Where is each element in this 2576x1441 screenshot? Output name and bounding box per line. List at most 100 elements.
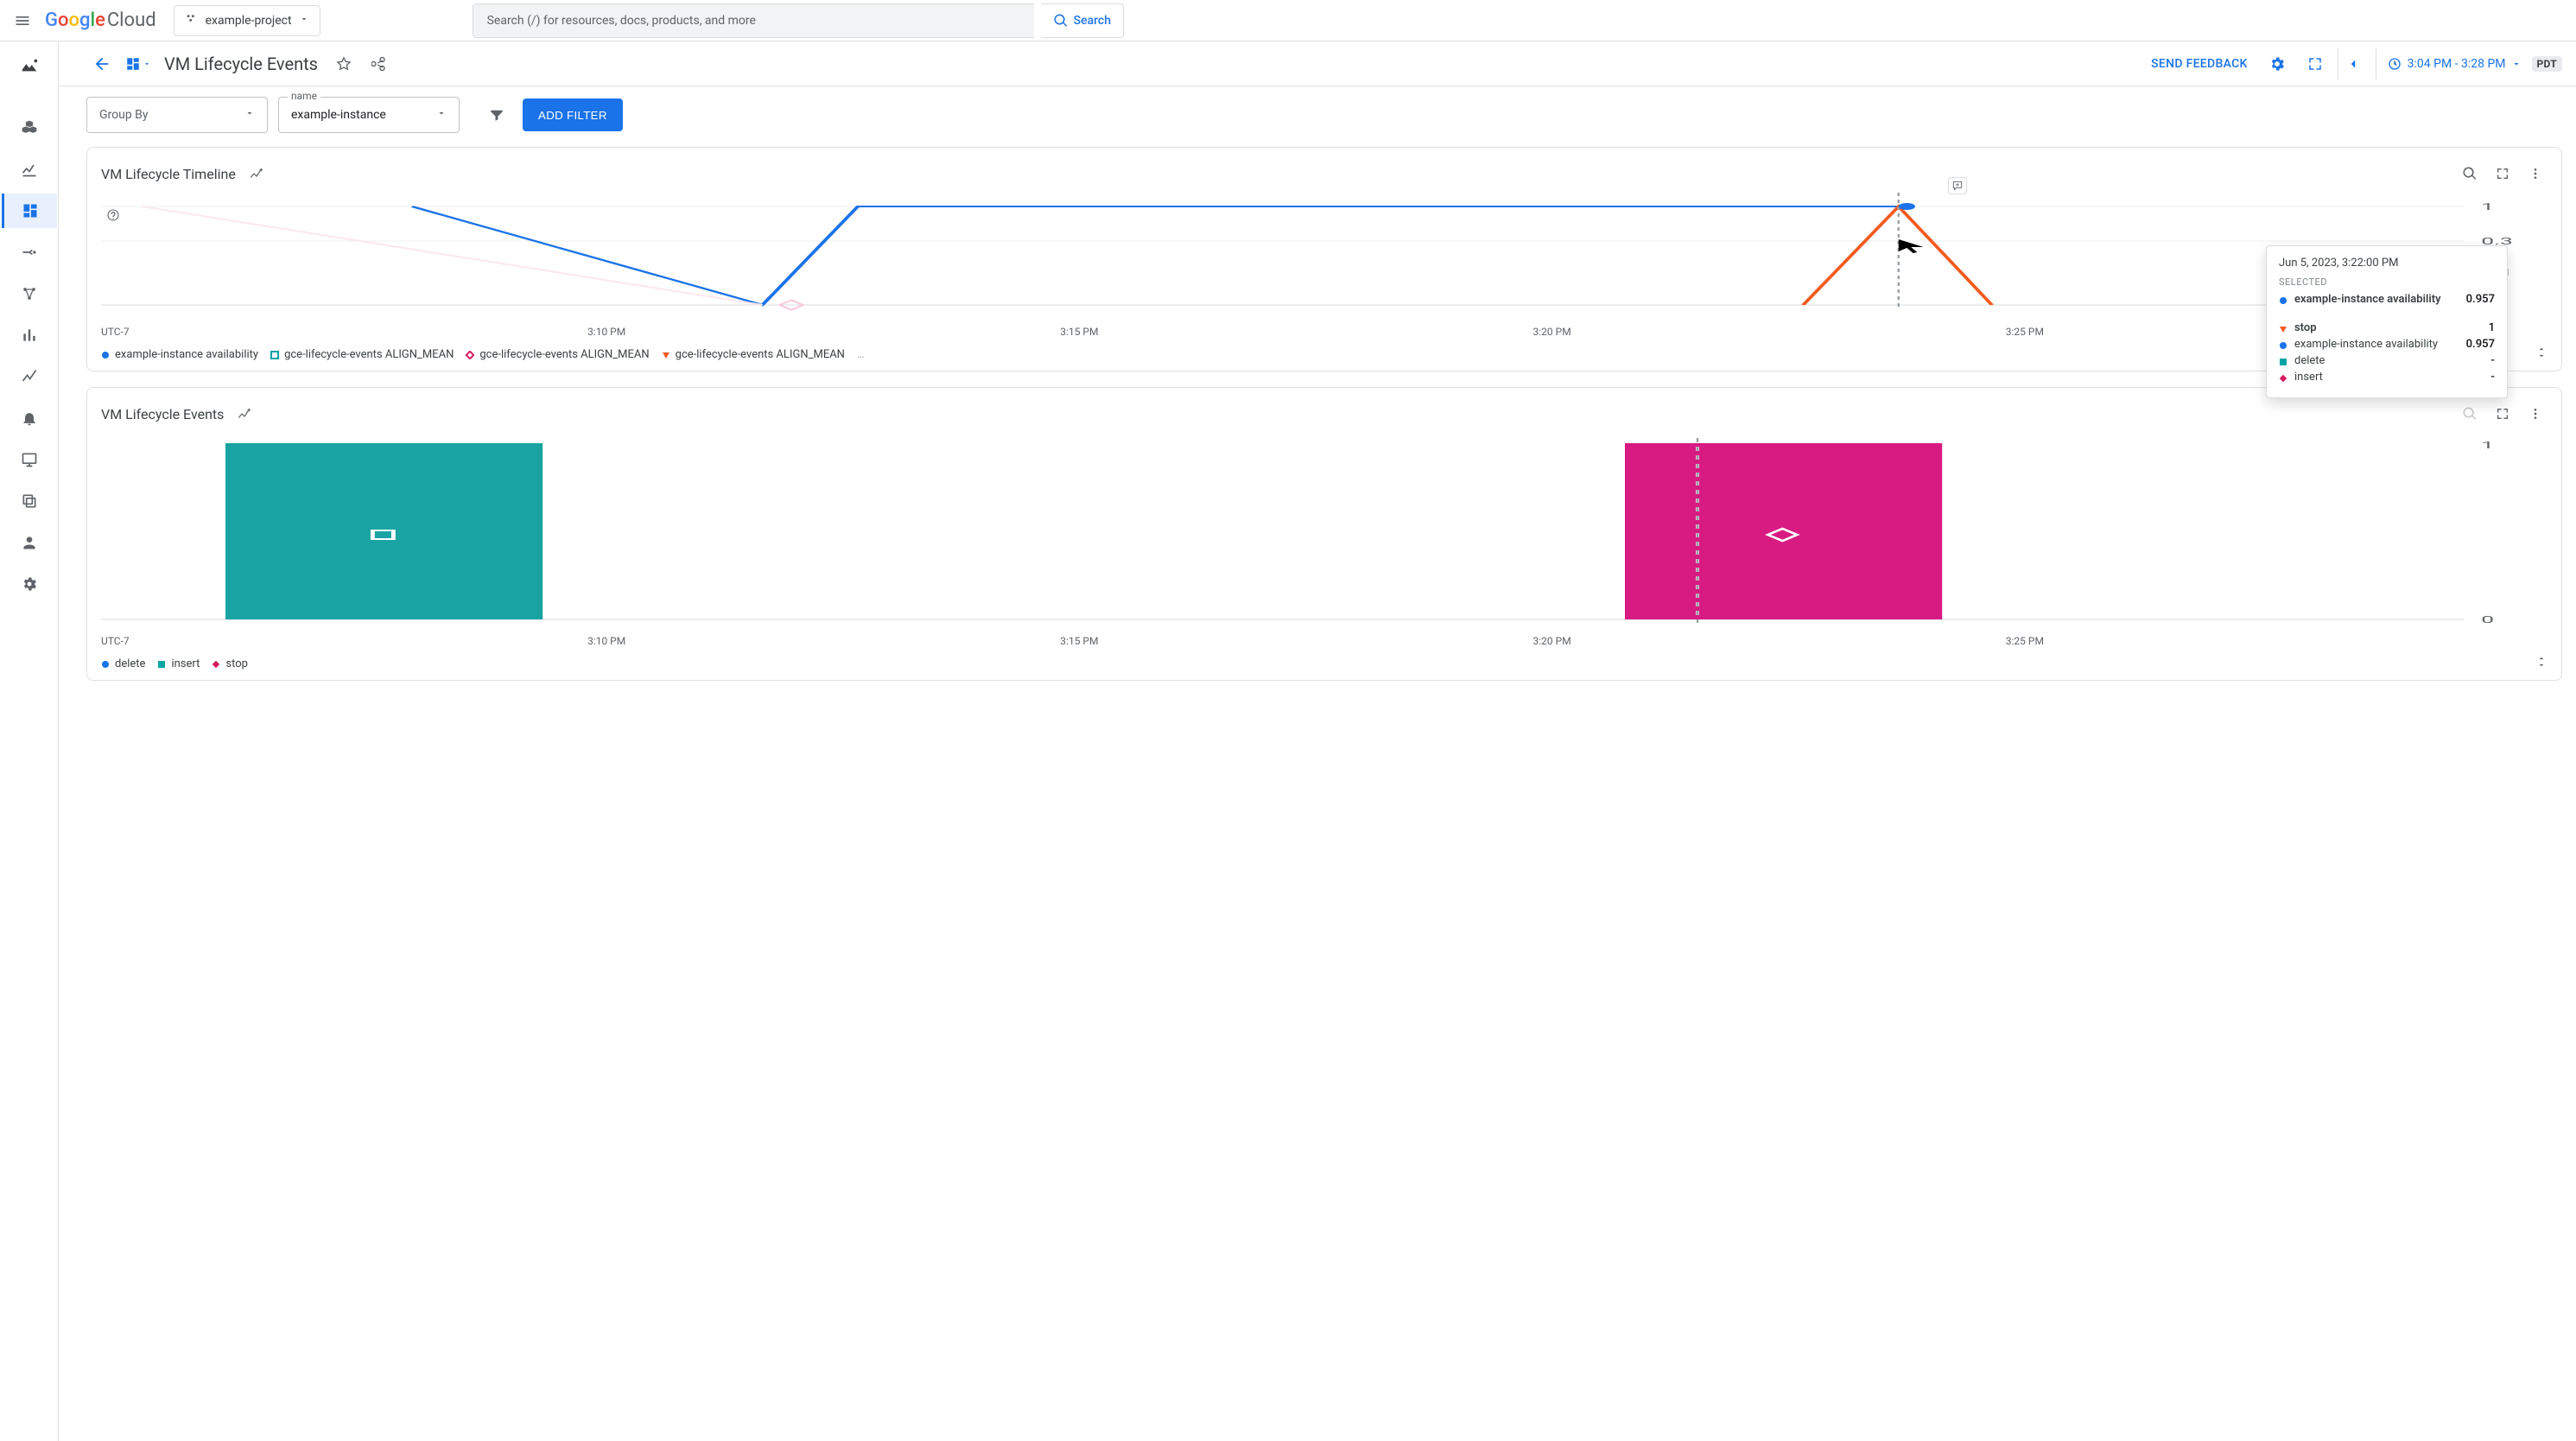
menu-icon: [14, 12, 31, 29]
circle-marker-icon: [101, 350, 110, 359]
bell-icon: [21, 409, 38, 427]
chevron-down-icon: [143, 60, 151, 68]
reset-zoom-icon: [2462, 166, 2478, 181]
legend-expand-button[interactable]: [2535, 656, 2547, 671]
share-button[interactable]: [365, 48, 396, 79]
sidebar-item-services[interactable]: [9, 276, 50, 311]
chart-title: VM Lifecycle Events: [101, 406, 224, 422]
global-search-input[interactable]: Search (/) for resources, docs, products…: [473, 3, 1034, 38]
tooltip-row: stop 1: [2279, 321, 2495, 334]
card-vm-lifecycle-timeline: VM Lifecycle Timeline: [86, 147, 2562, 371]
global-search-button[interactable]: Search: [1041, 3, 1124, 38]
chevron-down-icon: [2511, 59, 2522, 69]
tooltip-timestamp: Jun 5, 2023, 3:22:00 PM: [2279, 257, 2495, 270]
chart-zoom-reset-button[interactable]: [2458, 402, 2482, 426]
sidebar-item-permissions[interactable]: [9, 525, 50, 560]
search-button-label: Search: [1074, 14, 1111, 28]
instance-name-value: example-instance: [291, 108, 386, 122]
chart-fullscreen-button[interactable]: [2490, 162, 2515, 186]
copy-icon: [21, 492, 38, 510]
sidebar-item-uptime[interactable]: [9, 359, 50, 394]
legend-item[interactable]: gce-lifecycle-events ALIGN_MEAN: [466, 348, 649, 361]
time-range-selector[interactable]: 3:04 PM - 3:28 PM PDT: [2376, 48, 2562, 79]
chart-help-button[interactable]: [101, 203, 125, 227]
sidebar-item-alerting[interactable]: [9, 401, 50, 435]
line-chart-icon: [21, 161, 38, 178]
gear-icon: [21, 575, 38, 593]
legend-item[interactable]: gce-lifecycle-events ALIGN_MEAN: [270, 348, 454, 361]
google-cloud-logo[interactable]: Google Cloud: [45, 10, 156, 31]
square-open-marker-icon: [270, 350, 279, 359]
timeline-x-axis: UTC-7 3:10 PM 3:15 PM 3:20 PM 3:25 PM: [101, 322, 2547, 338]
instance-name-field-label: name: [288, 90, 320, 102]
add-annotation-button[interactable]: [1948, 177, 1967, 194]
dashboard-settings-button[interactable]: [2262, 48, 2293, 79]
favorite-button[interactable]: [328, 48, 359, 79]
sidebar-item-monitoring[interactable]: [9, 48, 50, 83]
sparkle-chart-icon: [249, 166, 264, 181]
time-nav-prev-button[interactable]: [2338, 48, 2369, 79]
search-icon: [1053, 13, 1069, 29]
sidebar-item-integrations[interactable]: [9, 235, 50, 270]
instance-name-select[interactable]: name example-instance: [278, 97, 460, 133]
timeline-chart[interactable]: 1 0.3 0.1 0: [101, 198, 2547, 322]
sparkle-chart-icon: [237, 406, 252, 422]
chart-analyze-button[interactable]: [232, 402, 257, 426]
fullscreen-button[interactable]: [2300, 48, 2331, 79]
card-vm-lifecycle-events: VM Lifecycle Events: [86, 387, 2562, 681]
person-icon: [21, 534, 38, 551]
sidebar-item-overview[interactable]: [9, 111, 50, 145]
chevron-down-icon: [436, 108, 447, 122]
add-filter-button[interactable]: ADD FILTER: [523, 98, 623, 131]
more-vert-icon: [2528, 407, 2542, 421]
monitoring-icon: [20, 56, 39, 75]
time-range-label: 3:04 PM - 3:28 PM: [2408, 57, 2506, 71]
tooltip-row: delete -: [2279, 354, 2495, 367]
hamburger-menu-button[interactable]: [7, 5, 38, 36]
legend-item-more: …: [857, 348, 865, 361]
events-chart[interactable]: 1 0: [101, 438, 2547, 632]
chart-more-button[interactable]: [2523, 162, 2547, 186]
project-selector[interactable]: example-project: [174, 5, 320, 36]
chart-tooltip: Jun 5, 2023, 3:22:00 PM SELECTED example…: [2266, 245, 2508, 398]
sidebar-item-slo[interactable]: [9, 318, 50, 352]
fullscreen-icon: [2307, 56, 2323, 72]
more-vert-icon: [2528, 167, 2542, 181]
help-icon: [106, 208, 120, 222]
events-x-axis: UTC-7 3:10 PM 3:15 PM 3:20 PM 3:25 PM: [101, 632, 2547, 647]
chart-fullscreen-button[interactable]: [2490, 402, 2515, 426]
dashboard-icon: [22, 202, 39, 219]
legend-item[interactable]: delete: [101, 657, 145, 670]
group-by-select[interactable]: Group By: [86, 97, 268, 133]
timeline-legend: example-instance availability gce-lifecy…: [101, 338, 2547, 362]
tooltip-section-label: SELECTED: [2279, 276, 2495, 288]
chevron-down-icon: [299, 14, 309, 27]
chart-more-button[interactable]: [2523, 402, 2547, 426]
search-placeholder: Search (/) for resources, docs, products…: [487, 14, 756, 28]
services-icon: [21, 285, 38, 302]
legend-item[interactable]: stop: [212, 657, 248, 670]
logo-product-name: Cloud: [107, 10, 156, 31]
integration-icon: [21, 244, 38, 261]
legend-expand-button[interactable]: [2535, 346, 2547, 362]
chart-analyze-button[interactable]: [244, 162, 269, 186]
chart-title: VM Lifecycle Timeline: [101, 166, 236, 182]
sidebar-item-metrics-explorer[interactable]: [9, 152, 50, 187]
chart-zoom-reset-button[interactable]: [2458, 162, 2482, 186]
sidebar-item-settings[interactable]: [9, 567, 50, 601]
hex-icon: [21, 119, 38, 136]
sidebar-item-managed-prometheus[interactable]: [9, 484, 50, 518]
legend-item[interactable]: gce-lifecycle-events ALIGN_MEAN: [662, 348, 845, 361]
fullscreen-icon: [2496, 407, 2509, 421]
project-icon: [185, 12, 199, 29]
legend-item[interactable]: example-instance availability: [101, 348, 258, 361]
legend-item[interactable]: insert: [157, 657, 200, 670]
dashboard-type-selector[interactable]: [123, 48, 154, 79]
sidebar-item-groups[interactable]: [9, 442, 50, 477]
project-name: example-project: [206, 14, 292, 28]
timezone-chip: PDT: [2532, 56, 2562, 72]
sidebar-item-dashboards[interactable]: [2, 194, 57, 228]
monitor-icon: [21, 451, 38, 468]
back-button[interactable]: [86, 48, 117, 79]
send-feedback-button[interactable]: SEND FEEDBACK: [2151, 57, 2248, 71]
